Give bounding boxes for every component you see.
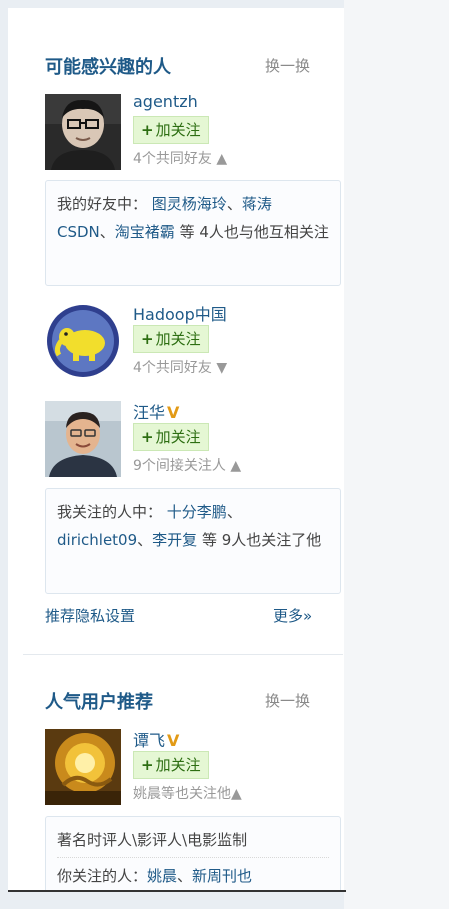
friend-link-1[interactable]: 十分李鹏 — [167, 503, 227, 521]
follow-label: 加关注 — [155, 330, 201, 348]
user-card-hadoop: Hadoop中国 + 加关注 4个共同好友 ▼ — [45, 303, 335, 383]
username-hadoop[interactable]: Hadoop中国 — [133, 301, 227, 325]
user-card-tanfei: 谭飞 V + 加关注 姚晨等也关注他▲ — [45, 729, 335, 809]
separator: 、 — [226, 503, 242, 521]
plus-icon: + — [141, 756, 154, 774]
avatar-agentzh[interactable] — [45, 94, 121, 170]
username-wanghua[interactable]: 汪华 V — [133, 399, 179, 423]
separator: 、 — [137, 531, 153, 549]
separator: 、 — [177, 867, 193, 885]
relation-note-tanfei: 著名时评人\影评人\电影监制 你关注的人：姚晨、新周刊也 — [45, 816, 341, 892]
verified-v-icon: V — [167, 403, 180, 422]
avatar-hadoop-image — [45, 303, 121, 379]
follow-label: 加关注 — [155, 428, 201, 446]
plus-icon: + — [141, 428, 154, 446]
user-card-wanghua: 汪华 V + 加关注 9个间接关注人 ▲ — [45, 401, 335, 481]
separator: 、 — [99, 223, 115, 241]
bottom-border — [8, 890, 346, 892]
avatar-wanghua-image — [45, 401, 121, 477]
username-tanfei[interactable]: 谭飞 V — [133, 727, 179, 751]
avatar-wanghua[interactable] — [45, 401, 121, 477]
followed-by-tanfei[interactable]: 姚晨等也关注他▲ — [133, 783, 242, 803]
section-title-popular-users: 人气用户推荐 — [45, 692, 153, 713]
friend-link-3[interactable]: 淘宝褚霸 — [115, 223, 175, 241]
friend-link-3[interactable]: 李开复 — [152, 531, 197, 549]
follow-label: 加关注 — [155, 121, 201, 139]
friend-link-2[interactable]: dirichlet09 — [57, 531, 137, 549]
friend-link-1[interactable]: 姚晨 — [147, 867, 177, 885]
username-wanghua-text: 汪华 — [133, 403, 166, 422]
relation-note-wanghua: 我关注的人中： 十分李鹏、dirichlet09、李开复 等 9人也关注了他 — [45, 488, 341, 594]
follow-button-hadoop[interactable]: + 加关注 — [133, 325, 209, 353]
more-link[interactable]: 更多» — [273, 605, 312, 626]
relation-note-agentzh: 我的好友中： 图灵杨海玲、蒋涛CSDN、淘宝褚霸 等 4人也与他互相关注 — [45, 180, 341, 286]
privacy-settings-link[interactable]: 推荐隐私设置 — [45, 605, 135, 626]
page-background-right — [344, 0, 449, 909]
refresh-popular-button[interactable]: 换一换 — [265, 690, 310, 711]
note-prefix: 我的好友中： — [57, 195, 148, 213]
section-title-suggested-people: 可能感兴趣的人 — [45, 57, 171, 78]
follow-button-agentzh[interactable]: + 加关注 — [133, 116, 209, 144]
plus-icon: + — [141, 330, 154, 348]
friend-link-2[interactable]: 新周刊也 — [192, 867, 252, 885]
note-suffix: 等 9人也关注了他 — [197, 531, 322, 549]
indirect-follows-wanghua[interactable]: 9个间接关注人 ▲ — [133, 455, 241, 475]
note-prefix: 我关注的人中： — [57, 503, 163, 521]
mutual-friends-agentzh[interactable]: 4个共同好友 ▲ — [133, 148, 227, 168]
note-divider — [57, 857, 329, 858]
friend-link-1[interactable]: 图灵杨海玲 — [152, 195, 227, 213]
followed-by-line: 你关注的人：姚晨、新周刊也 — [57, 862, 329, 890]
username-agentzh[interactable]: agentzh — [133, 92, 198, 111]
note-prefix: 你关注的人： — [57, 867, 148, 885]
mutual-friends-hadoop[interactable]: 4个共同好友 ▼ — [133, 357, 227, 377]
follow-button-tanfei[interactable]: + 加关注 — [133, 751, 209, 779]
user-card-agentzh: agentzh + 加关注 4个共同好友 ▲ — [45, 92, 335, 174]
user-description: 著名时评人\影评人\电影监制 — [57, 831, 248, 849]
plus-icon: + — [141, 121, 154, 139]
avatar-tanfei-image — [45, 729, 121, 805]
section-divider — [23, 654, 343, 655]
username-tanfei-text: 谭飞 — [133, 731, 166, 750]
note-suffix: 等 4人也与他互相关注 — [174, 223, 329, 241]
refresh-suggested-button[interactable]: 换一换 — [265, 55, 310, 76]
verified-v-icon: V — [167, 731, 180, 750]
avatar-hadoop[interactable] — [45, 303, 121, 379]
avatar-tanfei[interactable] — [45, 729, 121, 805]
follow-button-wanghua[interactable]: + 加关注 — [133, 423, 209, 451]
avatar-agentzh-image — [45, 94, 121, 170]
follow-label: 加关注 — [155, 756, 201, 774]
sidebar-panel: 可能感兴趣的人 换一换 agentzh + 加关注 4个共同好友 ▲ 我的好友中：… — [8, 8, 344, 892]
separator: 、 — [226, 195, 242, 213]
